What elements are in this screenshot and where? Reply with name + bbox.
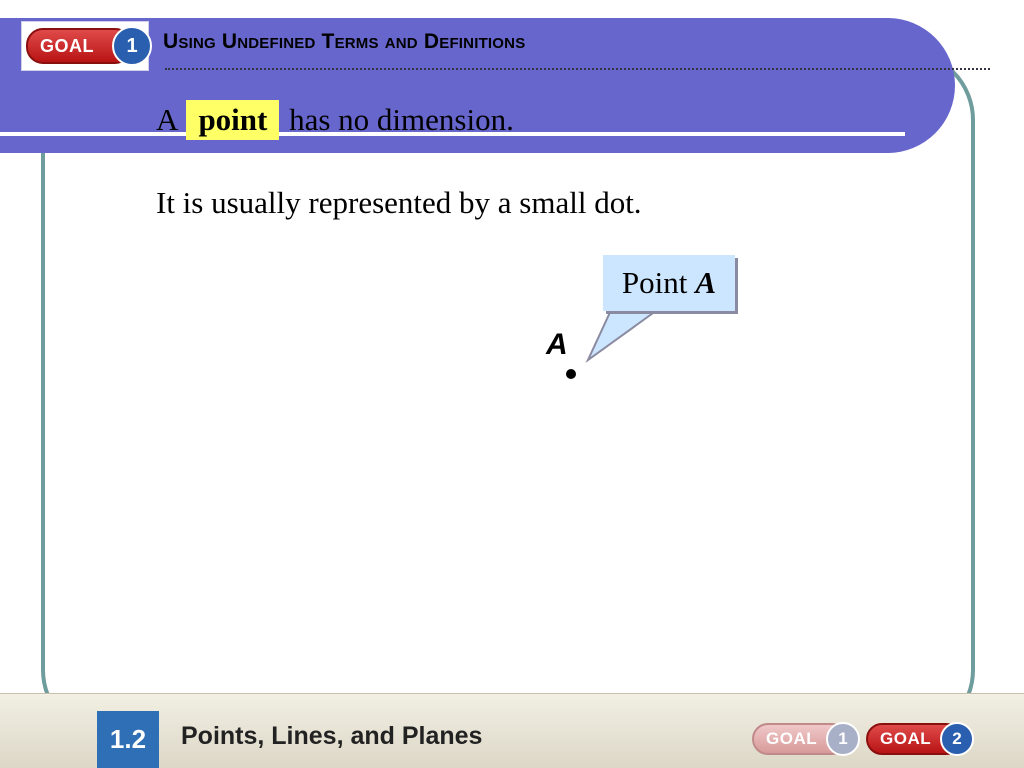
footer-lesson-title: Points, Lines, and Planes xyxy=(181,722,483,750)
point-dot xyxy=(566,369,576,379)
footer-goal-1-button[interactable]: GOAL 1 xyxy=(752,722,860,756)
footer-goal-2-number: 2 xyxy=(940,722,974,756)
callout-pointer xyxy=(585,307,664,364)
footer-goal-2-button[interactable]: GOAL 2 xyxy=(866,722,974,756)
callout-text: Point xyxy=(621,265,688,300)
point-label: A xyxy=(546,328,568,361)
footer-goal-1-number: 1 xyxy=(826,722,860,756)
footer-goal-2-word: GOAL xyxy=(880,729,932,748)
callout-variable: A xyxy=(695,265,717,300)
footer-goal-1-word: GOAL xyxy=(766,729,818,748)
section-number-badge: 1.2 xyxy=(97,711,159,768)
point-callout: Point A xyxy=(603,255,735,311)
